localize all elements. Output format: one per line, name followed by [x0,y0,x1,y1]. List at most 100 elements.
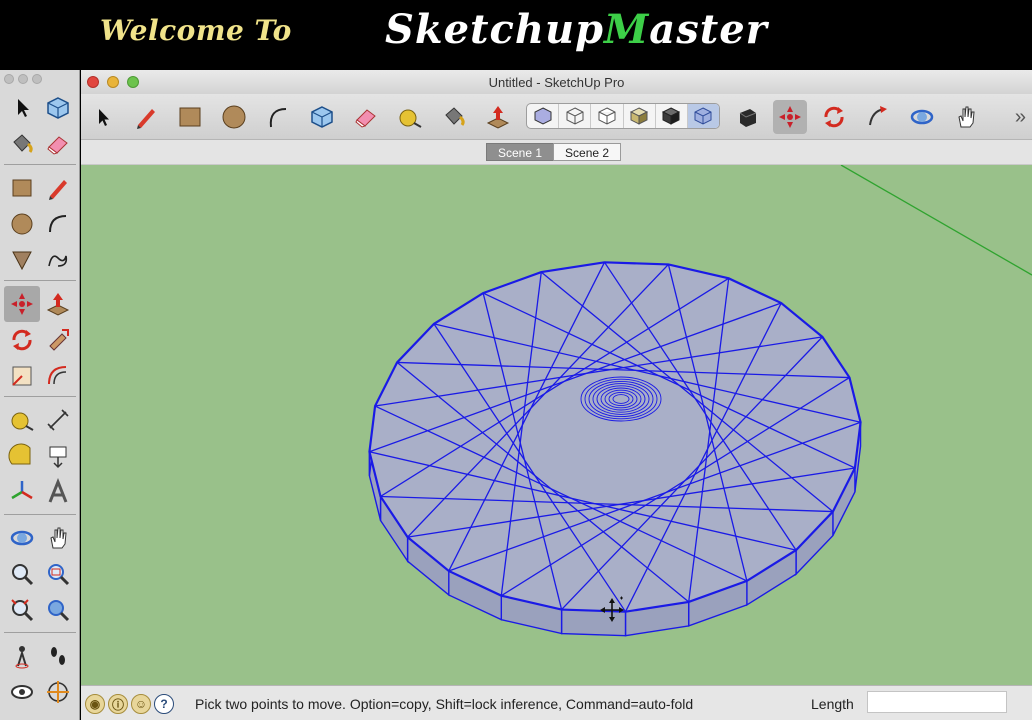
eraser-icon[interactable] [349,100,383,134]
circle-icon[interactable] [4,206,40,242]
freehand-icon[interactable] [40,242,76,278]
paint-bucket-icon[interactable] [4,126,40,162]
toolbar-overflow-icon[interactable]: » [1015,106,1026,129]
palette-window-controls [4,74,42,84]
push-pull-icon[interactable] [481,100,515,134]
eraser-icon[interactable] [40,126,76,162]
rotate-icon[interactable] [817,100,851,134]
palette-group-construction [4,402,76,510]
select-icon[interactable] [4,90,40,126]
protractor-icon[interactable] [4,438,40,474]
help-icon[interactable]: ? [154,694,174,714]
zoom-window-icon[interactable] [40,556,76,592]
orbit-icon[interactable] [4,520,40,556]
rectangle-icon[interactable] [4,170,40,206]
rectangle-icon[interactable] [173,100,207,134]
palette-group-edit [4,286,76,394]
status-message: Pick two points to move. Option=copy, Sh… [195,696,694,712]
scene-tabs-bar: Scene 1 Scene 2 [81,140,1032,164]
shaded-style-icon[interactable] [624,104,656,128]
section-plane-icon[interactable] [40,674,76,710]
credits-icon[interactable]: ⓘ [108,694,128,714]
select-icon[interactable] [85,100,119,134]
video-banner: Welcome To SketchupMaster [0,0,1032,68]
walk-icon[interactable] [40,638,76,674]
vcb-label: Length [811,696,854,712]
axes-icon[interactable] [4,474,40,510]
selected-disk-model[interactable] [368,261,862,637]
palette-divider [4,396,76,397]
palette-group-walkthrough [4,638,76,710]
green-axis-line [840,165,1032,276]
disk-side-face [560,608,627,637]
scene-tabs: Scene 1 Scene 2 [486,143,622,161]
shaded-textures-style-icon[interactable] [656,104,688,128]
palette-zoom-icon[interactable] [32,74,42,84]
status-bar: ◉ ⓘ ☺ ? Pick two points to move. Option=… [81,685,1032,720]
follow-me-icon[interactable] [861,100,895,134]
palette-group-principal [4,90,76,162]
dimension-icon[interactable] [40,402,76,438]
palette-divider [4,514,76,515]
large-tool-set-palette [0,70,80,720]
tape-measure-icon[interactable] [393,100,427,134]
pencil-icon[interactable] [40,170,76,206]
paint-bucket-icon[interactable] [437,100,471,134]
3d-text-icon[interactable] [40,474,76,510]
monochrome-style-icon[interactable] [687,104,720,128]
wireframe-style-icon[interactable] [559,104,592,128]
tab-scene-2[interactable]: Scene 2 [553,143,622,161]
move-icon[interactable] [4,286,40,322]
previous-view-icon[interactable] [40,592,76,628]
palette-divider [4,164,76,165]
palette-close-icon[interactable] [4,74,14,84]
model-canvas[interactable] [81,165,1032,685]
palette-divider [4,280,76,281]
offset-icon[interactable] [40,358,76,394]
pencil-icon[interactable] [129,100,163,134]
move-icon[interactable] [773,100,807,134]
pan-icon[interactable] [949,100,983,134]
push-pull-icon[interactable] [40,286,76,322]
look-around-icon[interactable] [4,674,40,710]
brand-prefix: Sketchup [385,6,605,53]
pan-icon[interactable] [40,520,76,556]
rotate-icon[interactable] [4,322,40,358]
palette-group-drawing [4,170,76,278]
scale-icon[interactable] [4,358,40,394]
position-camera-icon[interactable] [4,638,40,674]
make-component-icon[interactable] [305,100,339,134]
banner-welcome-text: Welcome To [100,14,292,47]
screen: Welcome To SketchupMaster Untitled - Ske… [0,0,1032,720]
geo-location-icon[interactable]: ◉ [85,694,105,714]
sketchup-window: Untitled - SketchUp Pro » Scene 1 Scene … [81,70,1032,720]
main-toolbar: » [81,94,1032,140]
zoom-extents-icon[interactable] [4,592,40,628]
status-icons: ◉ ⓘ ☺ ? [85,694,174,714]
polygon-icon[interactable] [4,242,40,278]
zoom-icon[interactable] [4,556,40,592]
palette-divider [4,632,76,633]
style-toolbar [526,103,720,129]
follow-me-icon[interactable] [40,322,76,358]
xray-style-icon[interactable] [527,104,560,128]
brand-suffix: aster [649,6,768,53]
circle-icon[interactable] [217,100,251,134]
window-title: Untitled - SketchUp Pro [488,75,625,90]
text-icon[interactable] [40,438,76,474]
arc-icon[interactable] [261,100,295,134]
arc-icon[interactable] [40,206,76,242]
make-component-icon[interactable] [40,90,76,126]
window-titlebar: Untitled - SketchUp Pro [81,70,1032,94]
orbit-icon[interactable] [905,100,939,134]
section-cube-icon[interactable] [731,100,765,134]
palette-minimize-icon[interactable] [18,74,28,84]
hidden-line-style-icon[interactable] [591,104,624,128]
palette-group-camera [4,520,76,628]
tape-measure-icon[interactable] [4,402,40,438]
banner-brand-logo: SketchupMaster [385,6,768,53]
drawing-viewport[interactable] [81,164,1032,685]
measurements-input[interactable] [867,691,1007,713]
tab-scene-1[interactable]: Scene 1 [486,143,555,161]
user-icon[interactable]: ☺ [131,694,151,714]
